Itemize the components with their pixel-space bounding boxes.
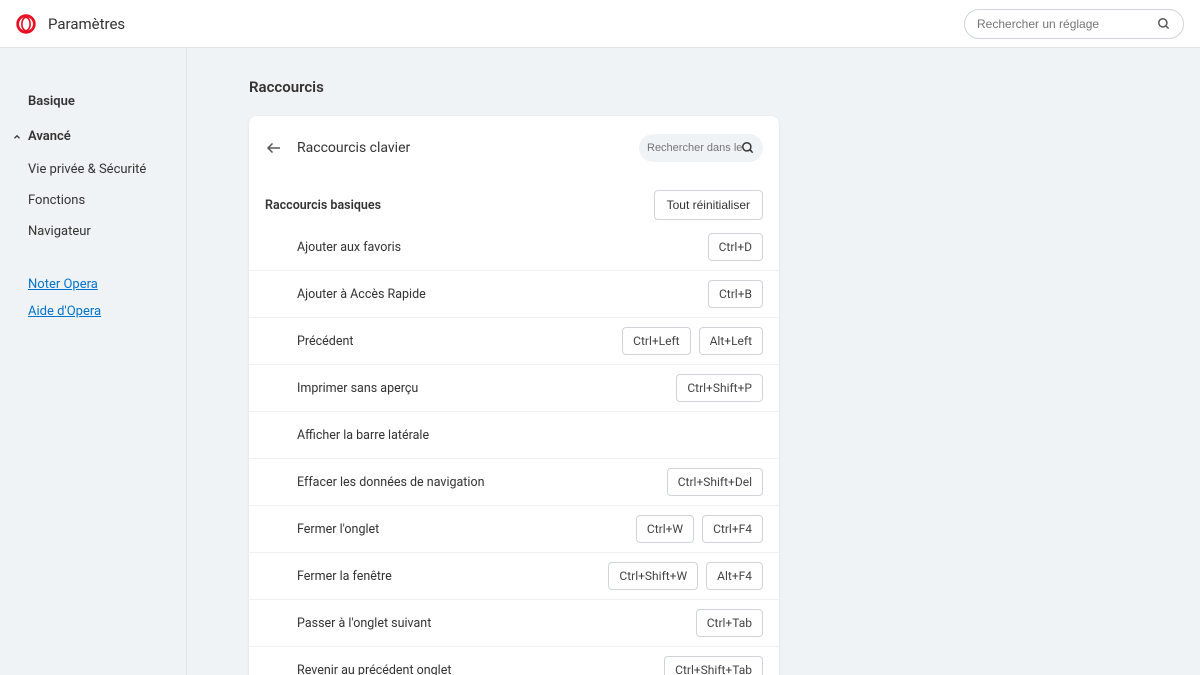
shortcut-row[interactable]: Revenir au précédent onglet Ctrl+Shift+Ta… — [249, 647, 779, 675]
section-title: Raccourcis basiques — [265, 198, 381, 213]
sidebar-item-browser[interactable]: Navigateur — [28, 216, 186, 247]
sidebar-item-features[interactable]: Fonctions — [28, 185, 186, 216]
key-badge[interactable]: Ctrl+F4 — [702, 515, 763, 543]
key-badge[interactable]: Ctrl+B — [708, 280, 763, 308]
sidebar-sub-nav: Vie privée & Sécurité Fonctions Navigate… — [0, 154, 186, 247]
global-search-input[interactable] — [977, 17, 1157, 31]
key-badge[interactable]: Ctrl+D — [708, 233, 763, 261]
shortcut-label: Effacer les données de navigation — [297, 475, 484, 490]
sidebar: Basique Avancé Vie privée & Sécurité Fon… — [0, 48, 187, 675]
sidebar-item-basic[interactable]: Basique — [0, 88, 186, 115]
shortcut-label: Imprimer sans aperçu — [297, 381, 418, 396]
page-title: Raccourcis — [249, 78, 1200, 96]
card-title: Raccourcis clavier — [297, 140, 625, 156]
key-badge[interactable]: Ctrl+W — [636, 515, 694, 543]
back-arrow-icon[interactable] — [265, 139, 283, 157]
shortcut-row[interactable]: Précédent Ctrl+Left Alt+Left — [249, 318, 779, 365]
shortcut-label: Passer à l'onglet suivant — [297, 616, 431, 631]
shortcut-keys: Ctrl+Shift+P — [676, 374, 763, 402]
sidebar-item-privacy[interactable]: Vie privée & Sécurité — [28, 154, 186, 185]
shortcut-label: Ajouter à Accès Rapide — [297, 287, 426, 302]
key-badge[interactable]: Ctrl+Shift+W — [608, 562, 698, 590]
shortcut-row[interactable]: Passer à l'onglet suivant Ctrl+Tab — [249, 600, 779, 647]
search-icon — [1157, 17, 1171, 31]
shortcut-keys: Ctrl+Shift+Tab — [664, 656, 763, 675]
shortcut-keys: Ctrl+D — [708, 233, 763, 261]
shortcut-row[interactable]: Effacer les données de navigation Ctrl+Sh… — [249, 459, 779, 506]
app-header: Paramètres — [0, 0, 1200, 48]
shortcuts-search[interactable] — [639, 134, 763, 162]
shortcut-row[interactable]: Ajouter aux favoris Ctrl+D — [249, 224, 779, 271]
shortcut-row[interactable]: Afficher la barre latérale — [249, 412, 779, 459]
shortcut-keys: Ctrl+Left Alt+Left — [622, 327, 763, 355]
opera-logo-icon — [16, 14, 36, 34]
header-title: Paramètres — [48, 15, 125, 33]
chevron-up-icon — [12, 132, 22, 142]
shortcut-row[interactable]: Imprimer sans aperçu Ctrl+Shift+P — [249, 365, 779, 412]
shortcut-label: Fermer l'onglet — [297, 522, 379, 537]
header-left: Paramètres — [16, 14, 125, 34]
key-badge[interactable]: Ctrl+Tab — [696, 609, 763, 637]
shortcut-keys: Ctrl+Tab — [696, 609, 763, 637]
shortcut-label: Ajouter aux favoris — [297, 240, 401, 255]
link-help-opera[interactable]: Aide d'Opera — [28, 304, 186, 319]
section-header: Raccourcis basiques Tout réinitialiser — [249, 176, 779, 224]
shortcut-label: Revenir au précédent onglet — [297, 663, 451, 675]
content-area[interactable]: Raccourcis Raccourcis clavier Raccourcis… — [187, 48, 1200, 675]
sidebar-links: Noter Opera Aide d'Opera — [0, 277, 186, 319]
key-badge[interactable]: Alt+Left — [699, 327, 763, 355]
card-header: Raccourcis clavier — [249, 134, 779, 176]
shortcut-label: Précédent — [297, 334, 353, 349]
shortcut-keys: Ctrl+B — [708, 280, 763, 308]
key-badge[interactable]: Ctrl+Shift+Tab — [664, 656, 763, 675]
shortcut-row[interactable]: Fermer l'onglet Ctrl+W Ctrl+F4 — [249, 506, 779, 553]
shortcut-row[interactable]: Ajouter à Accès Rapide Ctrl+B — [249, 271, 779, 318]
sidebar-item-advanced[interactable]: Avancé — [0, 123, 186, 150]
shortcut-row[interactable]: Fermer la fenêtre Ctrl+Shift+W Alt+F4 — [249, 553, 779, 600]
search-icon — [741, 141, 755, 155]
key-badge[interactable]: Alt+F4 — [706, 562, 763, 590]
shortcut-label: Afficher la barre latérale — [297, 428, 429, 443]
shortcut-keys: Ctrl+W Ctrl+F4 — [636, 515, 763, 543]
shortcuts-search-input[interactable] — [647, 142, 755, 154]
shortcuts-list: Ajouter aux favoris Ctrl+D Ajouter à Accès… — [249, 224, 779, 675]
shortcut-keys: Ctrl+Shift+Del — [667, 468, 763, 496]
key-badge[interactable]: Ctrl+Shift+Del — [667, 468, 763, 496]
shortcut-keys: Ctrl+Shift+W Alt+F4 — [608, 562, 763, 590]
shortcuts-card: Raccourcis clavier Raccourcis basiques T… — [249, 116, 779, 675]
key-badge[interactable]: Ctrl+Shift+P — [676, 374, 763, 402]
global-search[interactable] — [964, 9, 1184, 39]
link-rate-opera[interactable]: Noter Opera — [28, 277, 186, 292]
sidebar-advanced-label: Avancé — [28, 129, 71, 144]
shortcut-label: Fermer la fenêtre — [297, 569, 392, 584]
reset-all-button[interactable]: Tout réinitialiser — [654, 190, 763, 220]
key-badge[interactable]: Ctrl+Left — [622, 327, 690, 355]
